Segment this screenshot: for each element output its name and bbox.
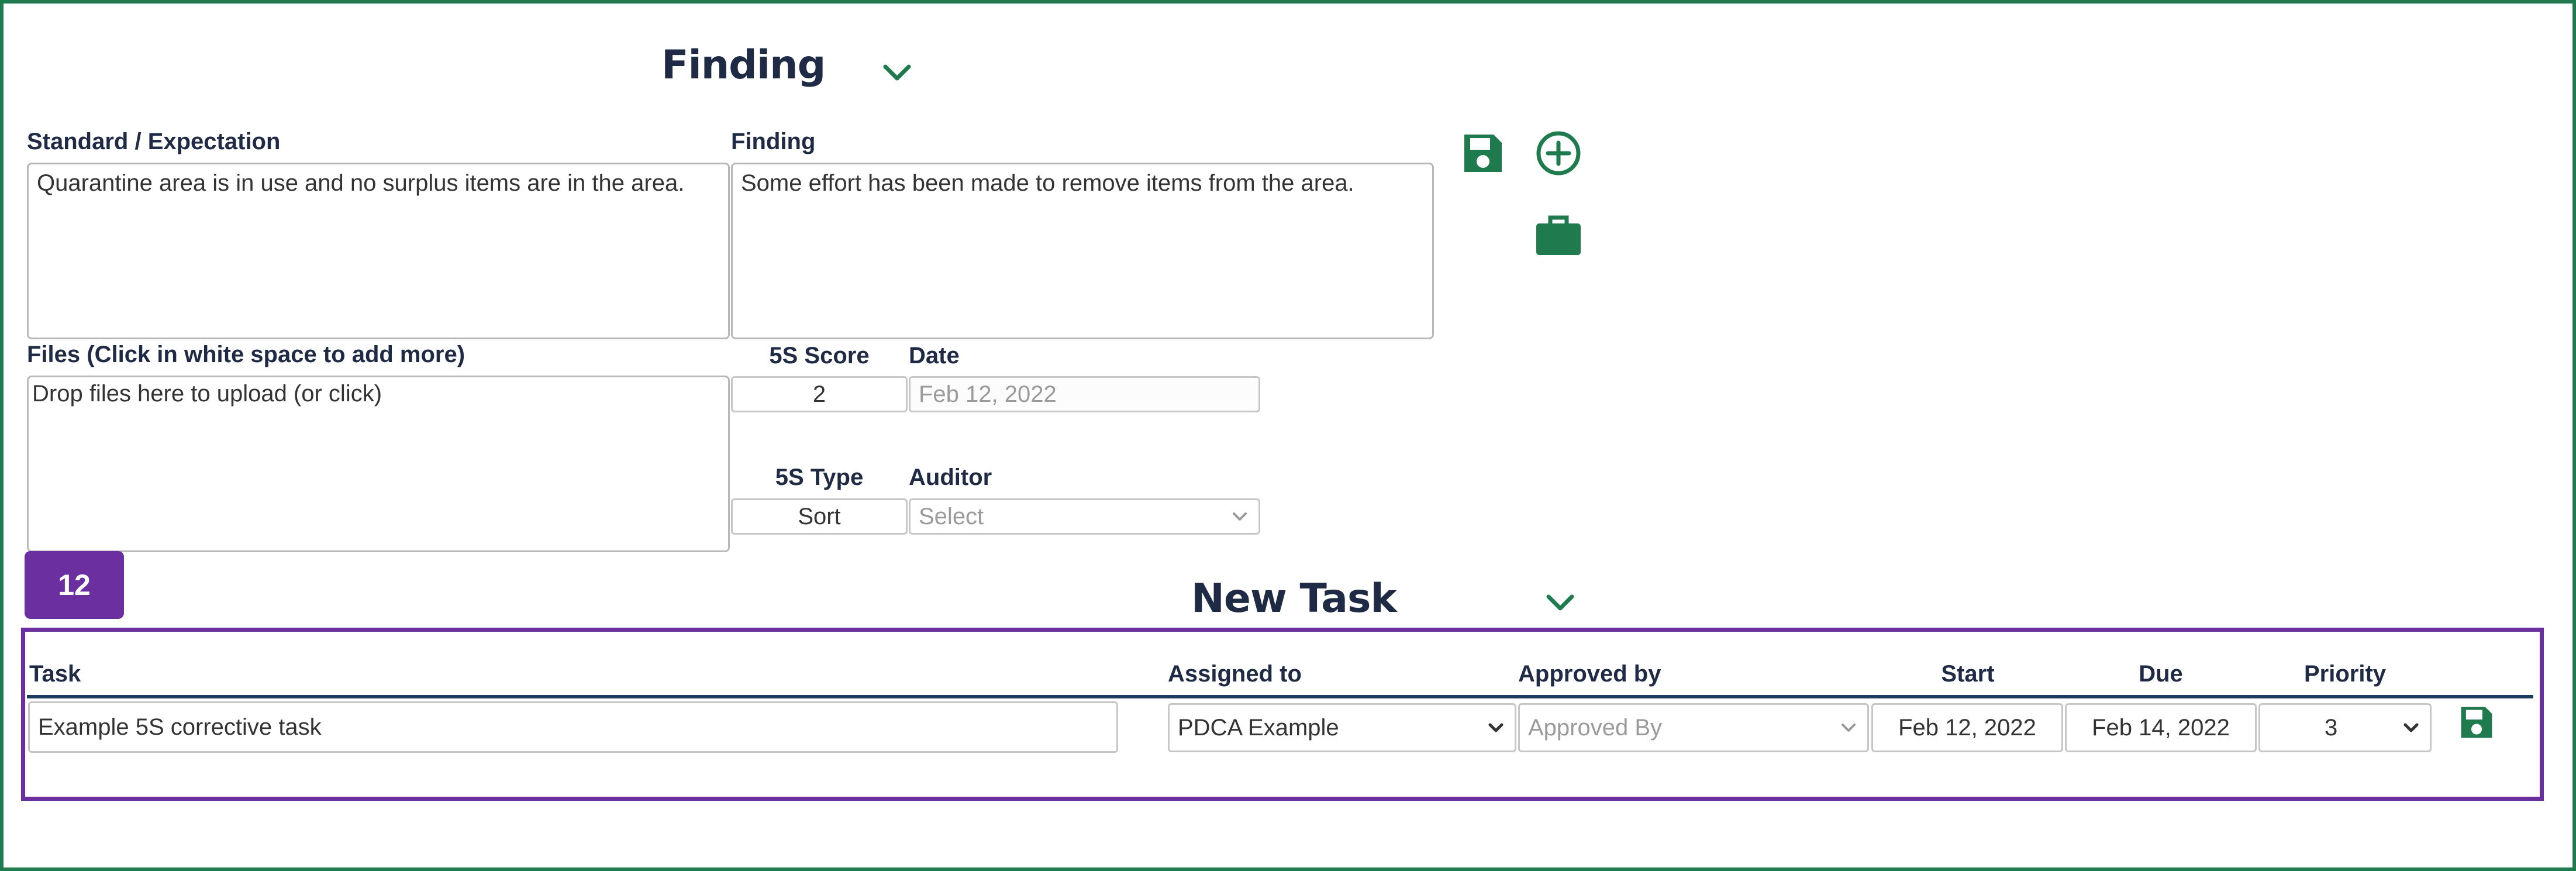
add-finding-plus-circle-icon[interactable]	[1534, 129, 1583, 178]
step-number-badge: 12	[25, 551, 124, 619]
files-label: Files (Click in white space to add more)	[27, 342, 465, 367]
finding-collapse-chevron-down-icon[interactable]	[882, 62, 912, 85]
task-name-input[interactable]: Example 5S corrective task	[28, 701, 1118, 753]
standard-expectation-label: Standard / Expectation	[27, 129, 281, 154]
5s-type-label: 5S Type	[775, 464, 864, 490]
finding-form-page: Finding Standard / Expectation Quarantin…	[0, 0, 2576, 871]
finding-label: Finding	[731, 129, 816, 154]
auditor-label: Auditor	[909, 464, 992, 490]
files-dropzone[interactable]: Drop files here to upload (or click)	[27, 376, 730, 552]
column-header-task: Task	[29, 661, 81, 687]
column-header-assigned-to: Assigned to	[1168, 661, 1302, 687]
due-date-input[interactable]: Feb 14, 2022	[2065, 703, 2257, 752]
column-header-due: Due	[2139, 661, 2183, 687]
assigned-to-select-value: PDCA Example	[1178, 714, 1339, 741]
standard-expectation-textarea[interactable]: Quarantine area is in use and no surplus…	[27, 163, 730, 339]
finding-heading: Finding	[661, 42, 826, 88]
new-task-collapse-chevron-down-icon[interactable]	[1545, 592, 1575, 615]
column-header-approved-by: Approved by	[1518, 661, 1661, 687]
select-caret-icon	[1488, 723, 1503, 732]
date-label: Date	[909, 343, 960, 369]
save-finding-floppy-disk-icon[interactable]	[1460, 130, 1506, 177]
column-header-start: Start	[1941, 661, 1995, 687]
column-header-priority: Priority	[2303, 661, 2387, 687]
5s-score-input[interactable]: 2	[731, 376, 908, 412]
date-input[interactable]: Feb 12, 2022	[909, 376, 1260, 412]
auditor-select-value: Select	[919, 503, 984, 529]
select-caret-icon	[1842, 724, 1856, 732]
start-date-input[interactable]: Feb 12, 2022	[1871, 703, 2063, 752]
auditor-select[interactable]: Select	[909, 498, 1260, 535]
select-caret-icon	[1233, 512, 1247, 521]
priority-select-value: 3	[2325, 714, 2338, 741]
priority-select[interactable]: 3	[2258, 703, 2432, 752]
approved-by-select[interactable]: Approved By	[1518, 703, 1869, 752]
briefcase-icon[interactable]	[1534, 212, 1583, 259]
finding-textarea[interactable]: Some effort has been made to remove item…	[731, 163, 1434, 339]
5s-type-input[interactable]: Sort	[731, 498, 908, 535]
new-task-heading: New Task	[1191, 576, 1397, 622]
assigned-to-select[interactable]: PDCA Example	[1168, 703, 1516, 752]
table-header-divider	[27, 695, 2533, 698]
select-caret-icon	[2403, 723, 2419, 732]
5s-score-label: 5S Score	[769, 343, 870, 369]
save-task-floppy-disk-icon[interactable]	[2457, 703, 2496, 742]
approved-by-select-value: Approved By	[1528, 714, 1663, 741]
